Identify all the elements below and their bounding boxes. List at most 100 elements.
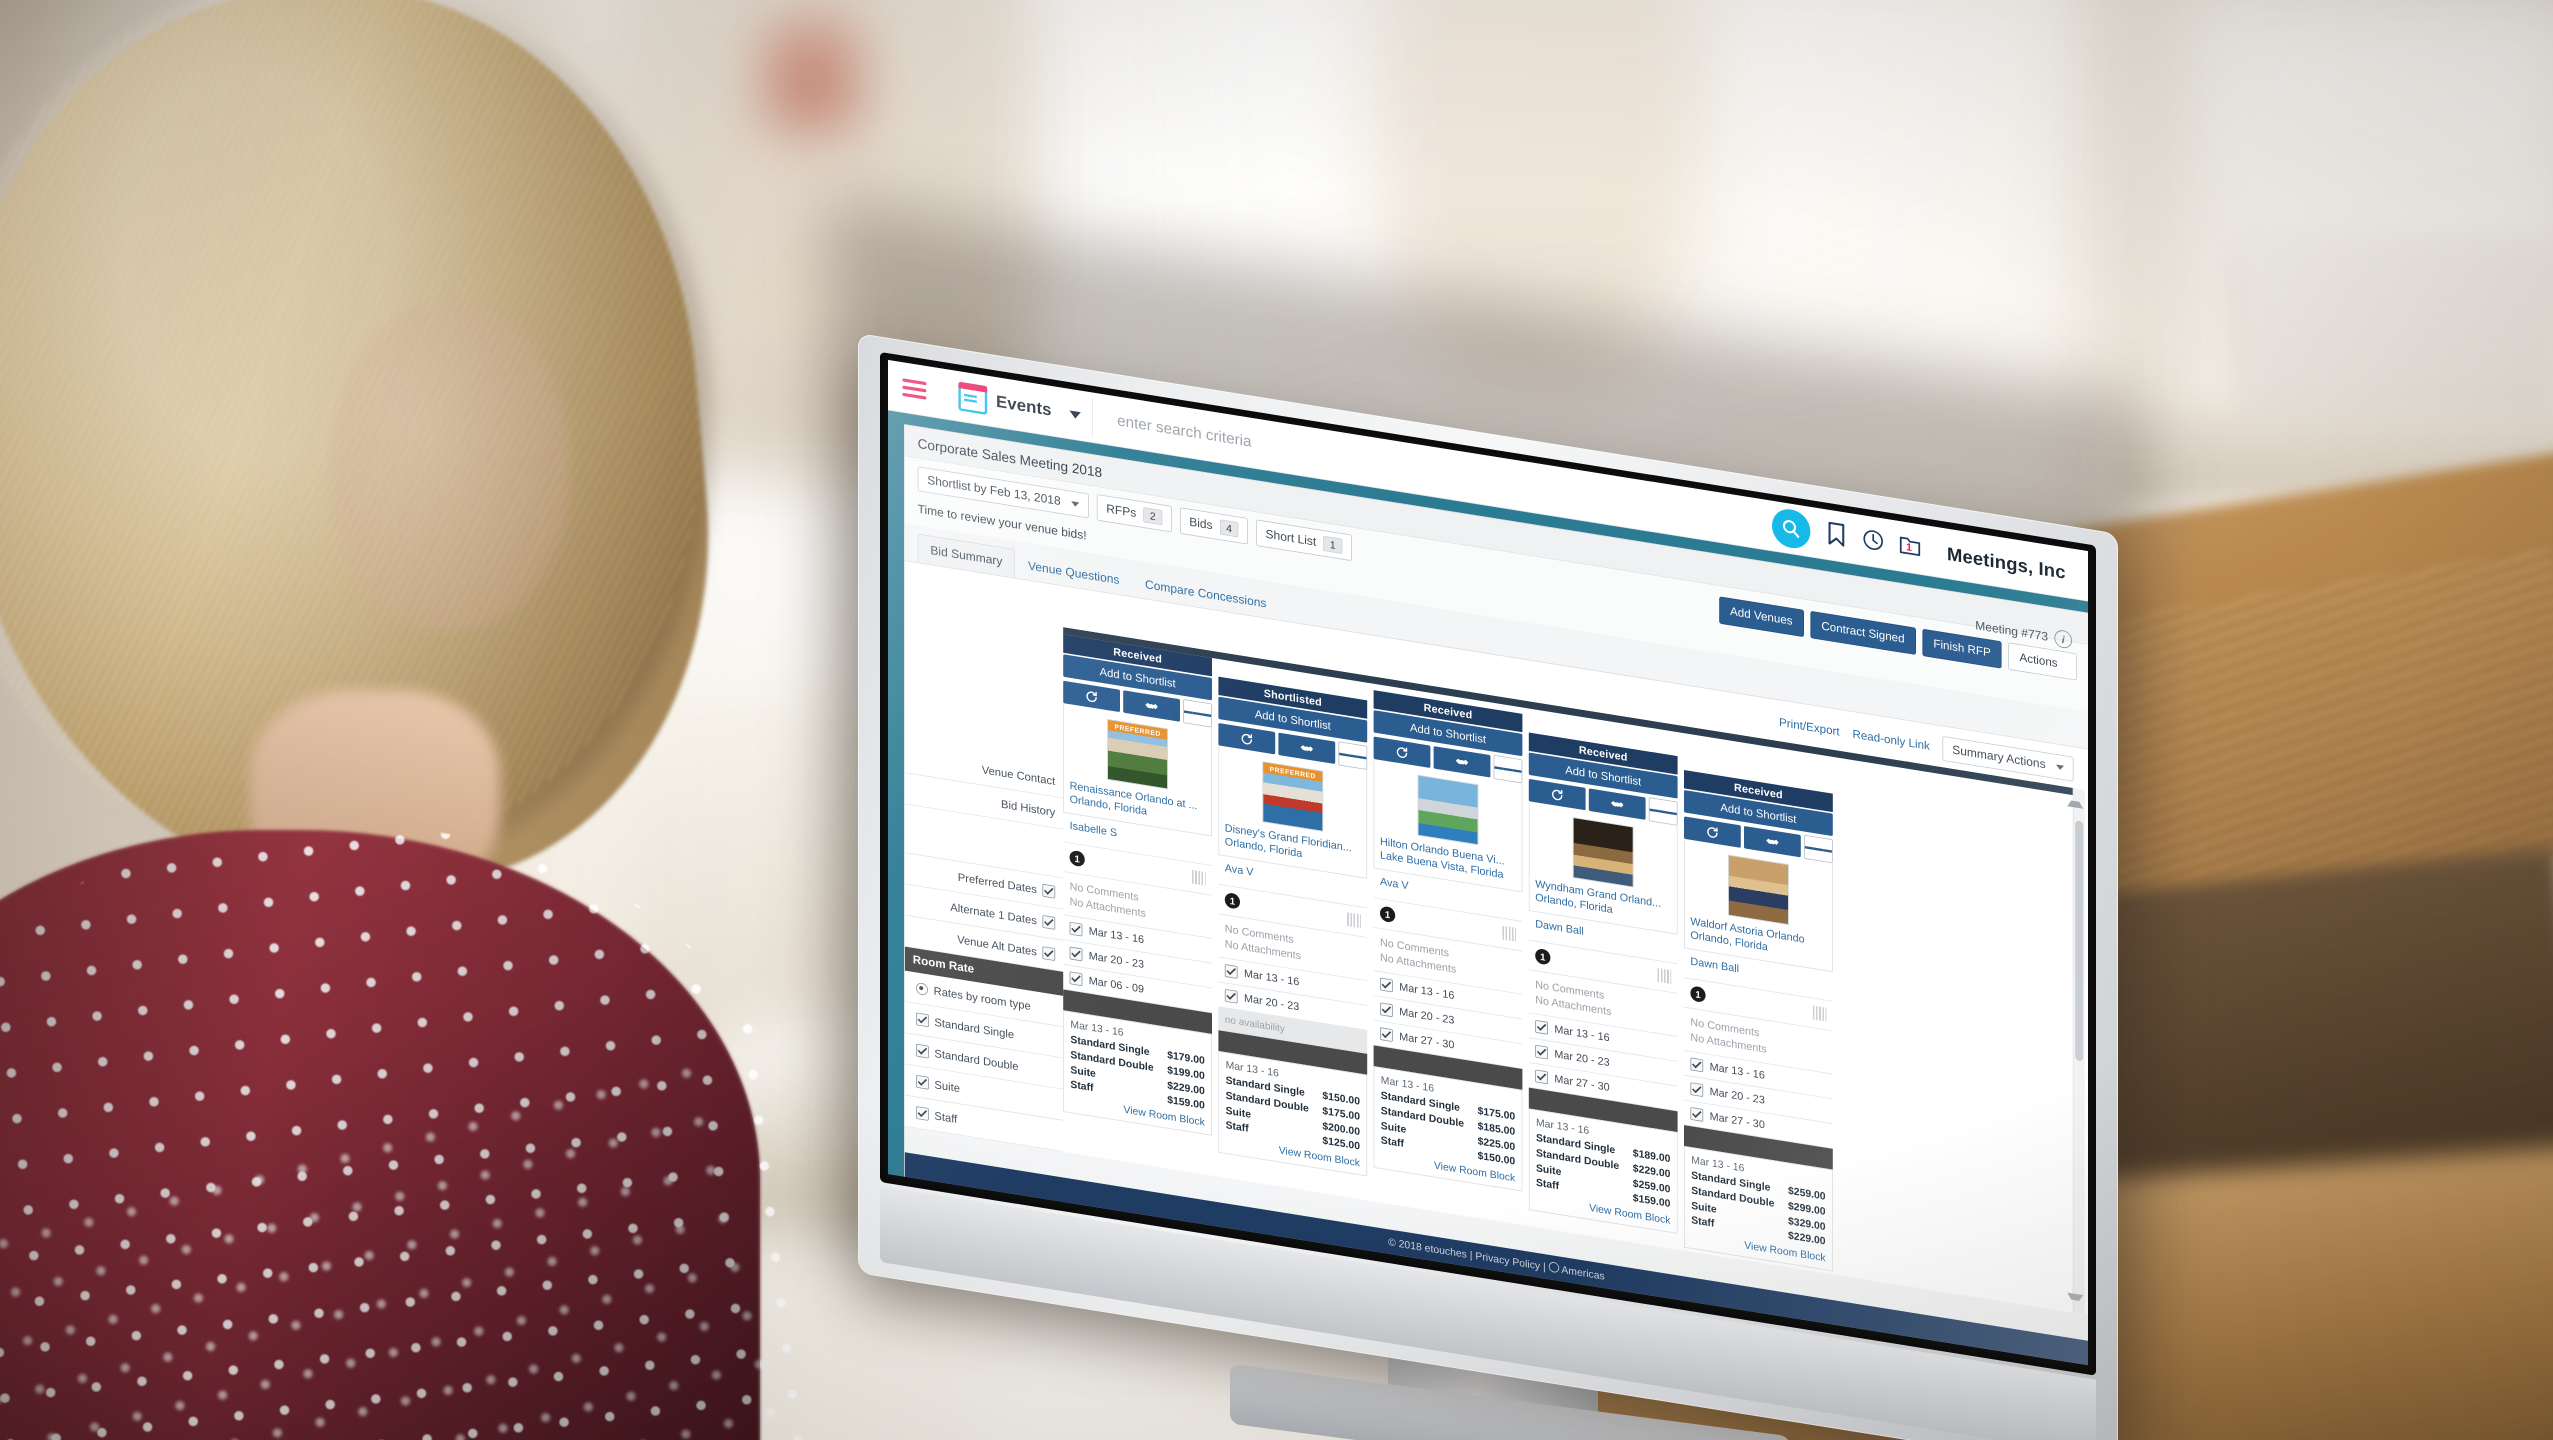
qr-code-icon[interactable] bbox=[1812, 1005, 1827, 1022]
rate-room-type: Staff bbox=[1070, 1078, 1094, 1094]
venue-column: Received Add to Shortlist Wyndham Grand … bbox=[1528, 732, 1678, 1234]
org-name: Meetings, Inc bbox=[1946, 542, 2066, 583]
actions-label: Actions bbox=[2019, 651, 2058, 671]
preferred-dates-checkbox[interactable] bbox=[1042, 883, 1056, 899]
qr-code-icon[interactable] bbox=[1657, 968, 1672, 985]
row-label-column: Venue Contact Bid History Preferred Date… bbox=[904, 609, 1064, 1152]
list-menu-icon[interactable] bbox=[1648, 797, 1678, 826]
date-text: Mar 13 - 16 bbox=[1088, 925, 1145, 946]
rate-room-type: Staff bbox=[1536, 1176, 1560, 1193]
date-checkbox[interactable] bbox=[1690, 1106, 1704, 1122]
region-label[interactable]: Americas bbox=[1561, 1263, 1604, 1282]
date-checkbox[interactable] bbox=[1224, 988, 1238, 1004]
summary-actions-label: Summary Actions bbox=[1952, 743, 2046, 772]
bid-history-count: 1 bbox=[1069, 849, 1085, 868]
bid-history-count: 1 bbox=[1224, 892, 1240, 910]
label-text: Preferred Dates bbox=[957, 870, 1037, 896]
date-checkbox[interactable] bbox=[1690, 1082, 1704, 1097]
list-menu-icon[interactable] bbox=[1493, 754, 1523, 784]
option-label: Staff bbox=[934, 1108, 958, 1126]
venue-photo[interactable] bbox=[1728, 854, 1789, 926]
clock-icon[interactable] bbox=[1862, 526, 1884, 557]
calendar-icon bbox=[958, 381, 988, 416]
preferred-badge: PREFERRED bbox=[1108, 719, 1168, 740]
qr-code-icon[interactable] bbox=[1502, 926, 1516, 942]
suite-checkbox[interactable] bbox=[916, 1074, 929, 1090]
folder-icon[interactable]: 1 bbox=[1899, 532, 1921, 563]
pill-label: RFPs bbox=[1106, 501, 1137, 521]
date-checkbox[interactable] bbox=[1535, 1069, 1548, 1085]
date-checkbox[interactable] bbox=[1380, 1002, 1393, 1018]
date-text: no availability bbox=[1224, 1013, 1285, 1035]
venue-photo[interactable]: PREFERRED bbox=[1262, 761, 1324, 832]
date-text: Mar 13 - 16 bbox=[1244, 967, 1300, 989]
date-text: Mar 13 - 16 bbox=[1554, 1023, 1610, 1045]
privacy-policy-link[interactable]: Privacy Policy bbox=[1475, 1250, 1540, 1272]
standard-single-checkbox[interactable] bbox=[916, 1012, 929, 1028]
date-text: Mar 27 - 30 bbox=[1554, 1072, 1610, 1094]
bid-history-count: 1 bbox=[1535, 948, 1551, 966]
qr-code-icon[interactable] bbox=[1347, 912, 1361, 929]
date-text: Mar 20 - 23 bbox=[1554, 1048, 1610, 1069]
date-text: Mar 20 - 23 bbox=[1709, 1085, 1765, 1107]
date-text: Mar 06 - 09 bbox=[1088, 974, 1145, 996]
search-icon[interactable] bbox=[1771, 506, 1811, 551]
venue-column: Shortlisted Add to Shortlist PREFERRED D… bbox=[1218, 676, 1368, 1177]
pill-label: Short List bbox=[1265, 527, 1317, 550]
date-checkbox[interactable] bbox=[1690, 1057, 1704, 1073]
standard-double-checkbox[interactable] bbox=[916, 1043, 929, 1059]
vertical-scrollbar[interactable] bbox=[2067, 787, 2085, 1315]
chevron-down-icon bbox=[2056, 764, 2064, 771]
venue-column: Received Add to Shortlist Waldorf Astori… bbox=[1684, 769, 1833, 1272]
venue-photo[interactable]: PREFERRED bbox=[1107, 718, 1168, 790]
staff-checkbox[interactable] bbox=[916, 1106, 929, 1121]
date-checkbox[interactable] bbox=[1069, 971, 1083, 987]
venue-column: Received Add to Shortlist Hilton Orlando… bbox=[1373, 690, 1523, 1192]
rate-room-type: Staff bbox=[1225, 1118, 1249, 1135]
date-text: Mar 13 - 16 bbox=[1399, 980, 1455, 1002]
scrollbar-thumb[interactable] bbox=[2075, 820, 2084, 1062]
date-text: Mar 20 - 23 bbox=[1399, 1005, 1455, 1027]
date-checkbox[interactable] bbox=[1380, 1027, 1393, 1042]
date-checkbox[interactable] bbox=[1535, 1044, 1548, 1060]
info-icon[interactable]: i bbox=[2054, 628, 2072, 650]
filter-pill-bids[interactable]: Bids 4 bbox=[1179, 507, 1248, 545]
date-checkbox[interactable] bbox=[1069, 921, 1083, 937]
list-menu-icon[interactable] bbox=[1804, 834, 1833, 864]
venue-photo[interactable] bbox=[1417, 774, 1479, 846]
date-text: Mar 20 - 23 bbox=[1088, 949, 1145, 971]
alternate-1-dates-checkbox[interactable] bbox=[1042, 914, 1056, 930]
option-label: Standard Double bbox=[934, 1046, 1019, 1073]
bid-history-count: 1 bbox=[1380, 905, 1396, 924]
date-checkbox[interactable] bbox=[1535, 1019, 1548, 1035]
option-label: Standard Single bbox=[934, 1015, 1015, 1041]
chevron-down-icon[interactable] bbox=[1069, 410, 1082, 420]
bookmark-icon[interactable] bbox=[1825, 520, 1847, 551]
print-export-link[interactable]: Print/Export bbox=[1779, 716, 1840, 738]
date-text: Mar 27 - 30 bbox=[1709, 1110, 1765, 1132]
globe-icon bbox=[1548, 1261, 1560, 1274]
qr-code-icon[interactable] bbox=[1192, 870, 1206, 886]
bid-history-count: 1 bbox=[1690, 985, 1706, 1004]
hamburger-icon[interactable] bbox=[902, 378, 927, 400]
option-label: Suite bbox=[934, 1077, 960, 1095]
filter-pill-rfps[interactable]: RFPs 2 bbox=[1096, 494, 1172, 533]
date-checkbox[interactable] bbox=[1380, 977, 1393, 993]
scroll-down-icon[interactable] bbox=[2067, 1292, 2084, 1312]
footer-sep: | bbox=[1543, 1260, 1549, 1274]
scroll-up-icon[interactable] bbox=[2067, 790, 2084, 809]
label-spacer bbox=[905, 609, 1063, 767]
venue-alt-dates-checkbox[interactable] bbox=[1042, 946, 1056, 962]
date-checkbox[interactable] bbox=[1224, 963, 1238, 979]
list-menu-icon[interactable] bbox=[1338, 741, 1368, 770]
pill-count: 4 bbox=[1219, 519, 1239, 538]
rates-by-room-type-radio[interactable] bbox=[916, 981, 928, 996]
venue-photo[interactable] bbox=[1572, 817, 1634, 888]
venue-column: Received Add to Shortlist PREFERRED Rena… bbox=[1063, 634, 1212, 1136]
preferred-badge: PREFERRED bbox=[1263, 762, 1323, 782]
pill-count: 1 bbox=[1323, 535, 1343, 554]
date-checkbox[interactable] bbox=[1069, 946, 1083, 962]
photo-scene: Events enter search criteria 1 Meetings,… bbox=[0, 0, 2553, 1440]
list-menu-icon[interactable] bbox=[1183, 699, 1212, 728]
read-only-link[interactable]: Read-only Link bbox=[1852, 728, 1929, 753]
